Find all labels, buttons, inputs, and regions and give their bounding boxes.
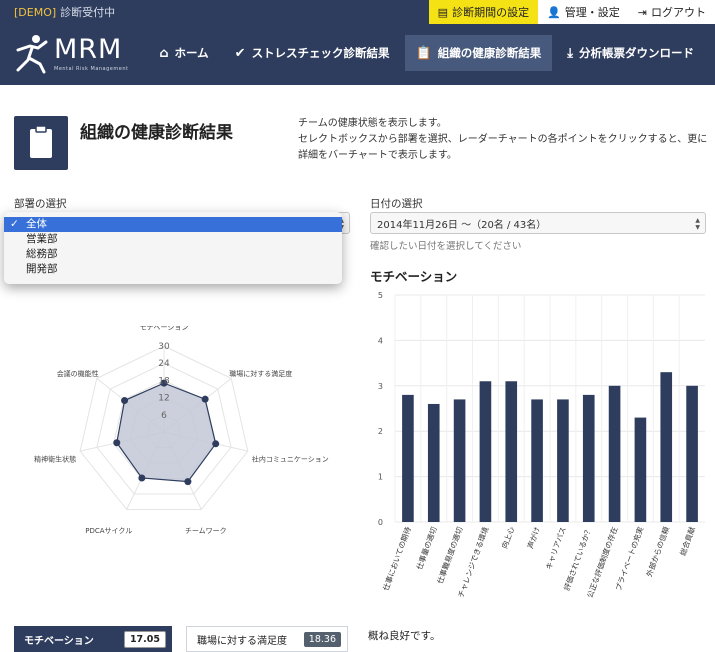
main-navbar: MRM Mental Risk Management ⌂ ホーム ✔ ストレスチ… — [0, 24, 715, 85]
score-badge: 18.36 — [303, 631, 341, 647]
score-row-satisfaction[interactable]: 職場に対する満足度 18.36 — [186, 626, 348, 652]
nav-home[interactable]: ⌂ ホーム — [148, 35, 219, 71]
logo-subtitle: Mental Risk Management — [54, 66, 129, 72]
bar — [505, 381, 518, 522]
bar-x-tick-label: 評価されているか？ — [561, 525, 593, 592]
bar-x-tick-label: 向上心 — [499, 525, 516, 550]
bar-y-tick-label: 5 — [378, 291, 383, 300]
score-badge: 17.05 — [123, 630, 166, 648]
bar-x-tick-label: 外部からの信頼 — [644, 525, 672, 578]
calendar-icon: ▤ — [437, 5, 449, 19]
checkmark-icon: ✓ — [10, 218, 19, 230]
radar-tick-label: 30 — [158, 342, 170, 352]
bar — [634, 417, 647, 522]
logout-button[interactable]: ⇥ ログアウト — [628, 0, 715, 24]
radar-tick-label: 12 — [158, 394, 169, 404]
bar-x-tick-label: 総合貢献 — [677, 525, 697, 557]
bar — [427, 403, 440, 522]
nav-menu: ⌂ ホーム ✔ ストレスチェック診断結果 📋 組織の健康診断結果 ⤓ 分析帳票ダ… — [148, 35, 705, 71]
bar-x-tick-label: キャリアパス — [544, 526, 568, 571]
bar-x-tick-label: 仕事難易度の適切 — [435, 525, 465, 585]
top-status-bar: [DEMO] 診断受付中 ▤ 診断期間の設定 👤 管理・設定 ⇥ ログアウト — [0, 0, 715, 24]
radar-axis-label: チームワーク — [185, 527, 227, 535]
radar-axis-label: 精神衛生状態 — [34, 454, 76, 463]
bar-x-tick-label: プライベートの充実 — [613, 525, 646, 592]
radar-axis-label: モチベーション — [140, 326, 189, 332]
bar — [686, 385, 698, 522]
date-label: 日付の選択 — [370, 198, 423, 210]
logout-icon: ⇥ — [637, 5, 647, 19]
date-select[interactable]: 2014年11月26日 〜（20名 / 43名） ▲ ▼ — [370, 212, 706, 234]
bar — [608, 385, 621, 522]
bar — [402, 394, 414, 522]
department-label: 部署の選択 — [14, 198, 67, 210]
radar-axis-label: 会議の機能性 — [57, 369, 99, 378]
demo-tag: [DEMO] — [14, 5, 57, 19]
date-hint: 確認したい日付を選択してください — [370, 241, 522, 252]
bar-x-tick-label: 仕事においての期待 — [380, 525, 413, 592]
admin-settings-button[interactable]: 👤 管理・設定 — [538, 0, 629, 24]
page-clipboard-icon — [14, 116, 68, 170]
user-icon: 👤 — [547, 5, 561, 19]
download-icon: ⤓ — [567, 45, 573, 61]
radar-axis-label: PDCAサイクル — [85, 527, 132, 535]
score-row-motivation[interactable]: モチベーション 17.05 — [14, 626, 172, 652]
runner-logo-icon — [16, 35, 48, 74]
bar-x-tick-label: 声がけ — [525, 525, 542, 550]
radar-chart[interactable]: 6 12 18 24 30 モチベーション職場に対する満足度社内コミュニケーションチームワ… — [0, 326, 360, 586]
nav-organization-health[interactable]: 📋 組織の健康診断結果 — [404, 35, 553, 71]
dropdown-option[interactable]: ✓ 全体 — [4, 217, 342, 232]
status-text: 診断受付中 — [60, 6, 116, 19]
bar — [531, 399, 543, 522]
bar-chart-title: モチベーション — [370, 269, 458, 284]
bar-y-tick-label: 0 — [378, 518, 383, 527]
logo[interactable]: MRM Mental Risk Management — [14, 34, 128, 78]
bar-chart[interactable]: 012345仕事においての期待 仕事量の適切仕事難易度の適切チャレンジできる環境向… — [365, 284, 710, 624]
radar-point — [212, 440, 220, 448]
dropdown-option[interactable]: 営業部 — [4, 232, 342, 247]
radar-point — [121, 397, 129, 405]
clipboard-icon: 📋 — [415, 45, 432, 61]
radar-axis-label: 職場に対する満足度 — [229, 369, 292, 378]
dropdown-option[interactable]: 総務部 — [4, 247, 342, 262]
dropdown-option[interactable]: 開発部 — [4, 262, 342, 277]
department-dropdown-menu: ✓ 全体 営業部 総務部 開発部 — [4, 212, 342, 284]
bar — [479, 381, 492, 522]
bar-y-tick-label: 1 — [378, 473, 383, 482]
bar — [557, 399, 569, 522]
summary-comment: 概ね良好です。 — [368, 630, 441, 642]
bar — [660, 372, 673, 522]
radar-point — [184, 478, 192, 486]
radar-axis-label: 社内コミュニケーション — [252, 454, 329, 463]
check-icon: ✔ — [234, 45, 246, 61]
radar-point — [201, 395, 209, 403]
page-title: 組織の健康診断結果 — [80, 123, 233, 143]
select-arrows-icon: ▲▼ — [695, 217, 700, 231]
nav-stress-check[interactable]: ✔ ストレスチェック診断結果 — [224, 35, 401, 71]
radar-point — [113, 439, 121, 447]
topbar-actions: ▤ 診断期間の設定 👤 管理・設定 ⇥ ログアウト — [428, 0, 715, 24]
period-settings-button[interactable]: ▤ 診断期間の設定 — [428, 0, 539, 24]
radar-tick-label: 6 — [161, 411, 167, 421]
radar-point — [138, 474, 146, 482]
radar-tick-label: 24 — [158, 359, 170, 369]
bar-x-tick-label: 仕事量の適切 — [414, 525, 439, 571]
logo-text: MRM — [54, 34, 123, 65]
bar — [453, 399, 466, 522]
bar-y-tick-label: 3 — [378, 382, 383, 391]
bar-y-tick-label: 4 — [378, 336, 383, 345]
bar — [582, 394, 595, 522]
nav-report-download[interactable]: ⤓ 分析帳票ダウンロード — [556, 35, 705, 71]
radar-tick-label: 18 — [158, 376, 170, 386]
home-icon: ⌂ — [159, 45, 169, 61]
page-description: チームの健康状態を表示します。 セレクトボックスから部署を選択、レーダーチャート… — [298, 118, 708, 161]
bar-y-tick-label: 2 — [378, 427, 383, 436]
